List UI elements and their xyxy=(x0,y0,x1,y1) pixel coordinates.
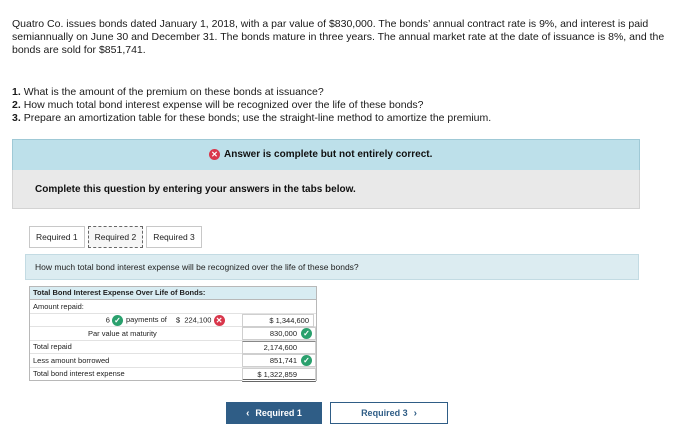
answer-status: ✕ Answer is complete but not entirely co… xyxy=(209,149,432,160)
less-borrowed-input[interactable]: 851,741 ✓ xyxy=(242,354,316,367)
previous-button-label: Required 1 xyxy=(255,408,302,418)
table-row: Par value at maturity 830,000 ✓ xyxy=(30,327,316,341)
table-row: Total bond interest expense $ 1,322,859 xyxy=(30,367,316,382)
tab-required-2[interactable]: Required 2 xyxy=(87,226,144,248)
chevron-right-icon: › xyxy=(413,407,417,419)
instruction-bar: Complete this question by entering your … xyxy=(12,170,640,209)
previous-required-button[interactable]: ‹ Required 1 xyxy=(226,402,322,424)
next-button-label: Required 3 xyxy=(361,408,408,418)
par-value-input[interactable]: 830,000 ✓ xyxy=(242,327,316,340)
table-row: 6 ✓ payments of $ 224,100 ✕ $ 1,344,600 xyxy=(30,313,316,327)
question-item: 2. How much total bond interest expense … xyxy=(12,98,424,111)
question-prompt-box: How much total bond interest expense wil… xyxy=(25,254,639,280)
table-row: Less amount borrowed 851,741 ✓ xyxy=(30,354,316,368)
tab-required-3[interactable]: Required 3 xyxy=(146,226,202,248)
answer-status-text: Answer is complete but not entirely corr… xyxy=(224,149,433,160)
total-repaid-field: 2,174,600 xyxy=(242,340,316,354)
check-icon: ✓ xyxy=(301,328,312,339)
par-value-label: Par value at maturity xyxy=(88,328,157,338)
total-interest-label: Total bond interest expense xyxy=(33,369,125,378)
problem-statement: Quatro Co. issues bonds dated January 1,… xyxy=(12,18,665,57)
incorrect-x-icon: ✕ xyxy=(209,149,220,160)
chevron-left-icon: ‹ xyxy=(246,407,250,419)
payments-count-input[interactable]: 6 ✓ xyxy=(95,314,123,326)
instruction-text: Complete this question by entering your … xyxy=(35,184,356,195)
question-list: 1. What is the amount of the premium on … xyxy=(12,86,692,124)
tab-bar: Required 1 Required 2 Required 3 xyxy=(29,226,202,248)
payments-total-field: $ 1,344,600 xyxy=(242,313,314,327)
table-row: Total repaid 2,174,600 xyxy=(30,340,316,354)
less-borrowed-label: Less amount borrowed xyxy=(33,355,110,365)
tab-required-1[interactable]: Required 1 xyxy=(29,226,85,248)
table-header: Total Bond Interest Expense Over Life of… xyxy=(30,287,316,300)
amount-repaid-label: Amount repaid: xyxy=(33,301,84,311)
incorrect-x-icon: ✕ xyxy=(213,314,225,326)
table-row: Amount repaid: xyxy=(30,300,316,314)
question-item: 3. Prepare an amortization table for the… xyxy=(12,111,492,124)
payments-label: payments of xyxy=(126,314,167,324)
next-required-button[interactable]: Required 3 › xyxy=(330,402,448,424)
interest-expense-table: Total Bond Interest Expense Over Life of… xyxy=(29,286,317,382)
check-icon: ✓ xyxy=(301,355,312,366)
answer-status-bar: ✕ Answer is complete but not entirely co… xyxy=(12,139,640,171)
total-repaid-label: Total repaid xyxy=(33,342,72,351)
check-icon: ✓ xyxy=(112,314,123,326)
total-interest-field: $ 1,322,859 xyxy=(242,367,316,382)
question-prompt: How much total bond interest expense wil… xyxy=(35,262,359,272)
question-item: 1. What is the amount of the premium on … xyxy=(12,86,324,98)
